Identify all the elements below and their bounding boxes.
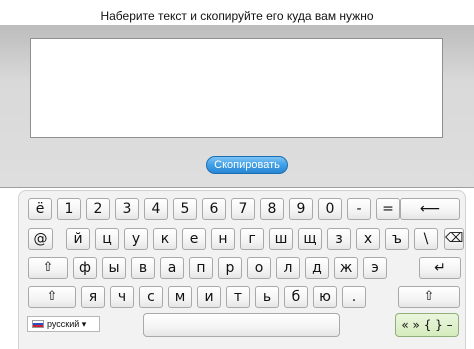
key-5-row2[interactable]: н [211, 228, 235, 250]
key-2-row1[interactable]: 2 [86, 198, 110, 220]
key-0-row3[interactable]: ф [73, 257, 97, 279]
key-0-row2[interactable]: й [66, 228, 90, 250]
caps-lock-key[interactable]: ⇧ [28, 257, 68, 279]
key-1-row3[interactable]: ы [102, 257, 126, 279]
key-3-row1[interactable]: 3 [115, 198, 139, 220]
shift-left-key[interactable]: ⇧ [28, 286, 76, 308]
key-2-row2[interactable]: у [124, 228, 148, 250]
backspace-key[interactable]: ⟵ [400, 198, 460, 220]
space-key[interactable] [143, 313, 340, 337]
key-8-row4[interactable]: ю [313, 286, 337, 308]
key-7-row2[interactable]: ш [269, 228, 293, 250]
symbols-key[interactable]: « » { } – [395, 313, 459, 337]
shift-right-key[interactable]: ⇧ [398, 286, 460, 308]
key-5-row3[interactable]: р [218, 257, 242, 279]
key-9-row4[interactable]: . [342, 286, 366, 308]
key-8-row2[interactable]: щ [298, 228, 322, 250]
key-8-row3[interactable]: д [305, 257, 329, 279]
key-6-row4[interactable]: ь [255, 286, 279, 308]
key-0-row4[interactable]: я [81, 286, 105, 308]
key-4-row2[interactable]: е [182, 228, 206, 250]
key-3-row4[interactable]: м [168, 286, 192, 308]
key-9-row1[interactable]: 9 [289, 198, 313, 220]
key-4-row3[interactable]: п [189, 257, 213, 279]
key-5-row4[interactable]: т [226, 286, 250, 308]
key-4-row1[interactable]: 4 [144, 198, 168, 220]
language-label: русский ▾ [47, 319, 87, 329]
key-7-row1[interactable]: 7 [231, 198, 255, 220]
key-10-row3[interactable]: э [363, 257, 387, 279]
key-2-row3[interactable]: в [131, 257, 155, 279]
key-12-row1[interactable]: = [376, 198, 400, 220]
key-10-row2[interactable]: х [356, 228, 380, 250]
key-1-row2[interactable]: ц [95, 228, 119, 250]
key-0-row1[interactable]: ё [28, 198, 52, 220]
text-input-area[interactable] [30, 38, 443, 138]
key-11-row2[interactable]: ъ [385, 228, 409, 250]
editor-panel: Скопировать [0, 25, 474, 188]
copy-button[interactable]: Скопировать [206, 156, 288, 174]
delete-key[interactable]: ⌫ [444, 228, 464, 250]
key-4-row4[interactable]: и [197, 286, 221, 308]
at-key[interactable]: @ [28, 228, 53, 250]
key-6-row2[interactable]: г [240, 228, 264, 250]
key-10-row1[interactable]: 0 [318, 198, 342, 220]
instruction-text: Наберите текст и скопируйте его куда вам… [100, 9, 374, 23]
key-2-row4[interactable]: с [139, 286, 163, 308]
key-5-row1[interactable]: 5 [173, 198, 197, 220]
key-7-row4[interactable]: б [284, 286, 308, 308]
key-9-row2[interactable]: з [327, 228, 351, 250]
russia-flag-icon [32, 320, 44, 328]
key-11-row1[interactable]: - [347, 198, 371, 220]
key-6-row3[interactable]: о [247, 257, 271, 279]
language-select[interactable]: русский ▾ [27, 316, 100, 332]
key-12-row2[interactable]: \ [414, 228, 438, 250]
key-1-row1[interactable]: 1 [57, 198, 81, 220]
key-6-row1[interactable]: 6 [202, 198, 226, 220]
key-9-row3[interactable]: ж [334, 257, 358, 279]
key-3-row3[interactable]: а [160, 257, 184, 279]
key-8-row1[interactable]: 8 [260, 198, 284, 220]
key-1-row4[interactable]: ч [110, 286, 134, 308]
enter-key[interactable]: ↵ [419, 257, 461, 279]
key-3-row2[interactable]: к [153, 228, 177, 250]
key-7-row3[interactable]: л [276, 257, 300, 279]
